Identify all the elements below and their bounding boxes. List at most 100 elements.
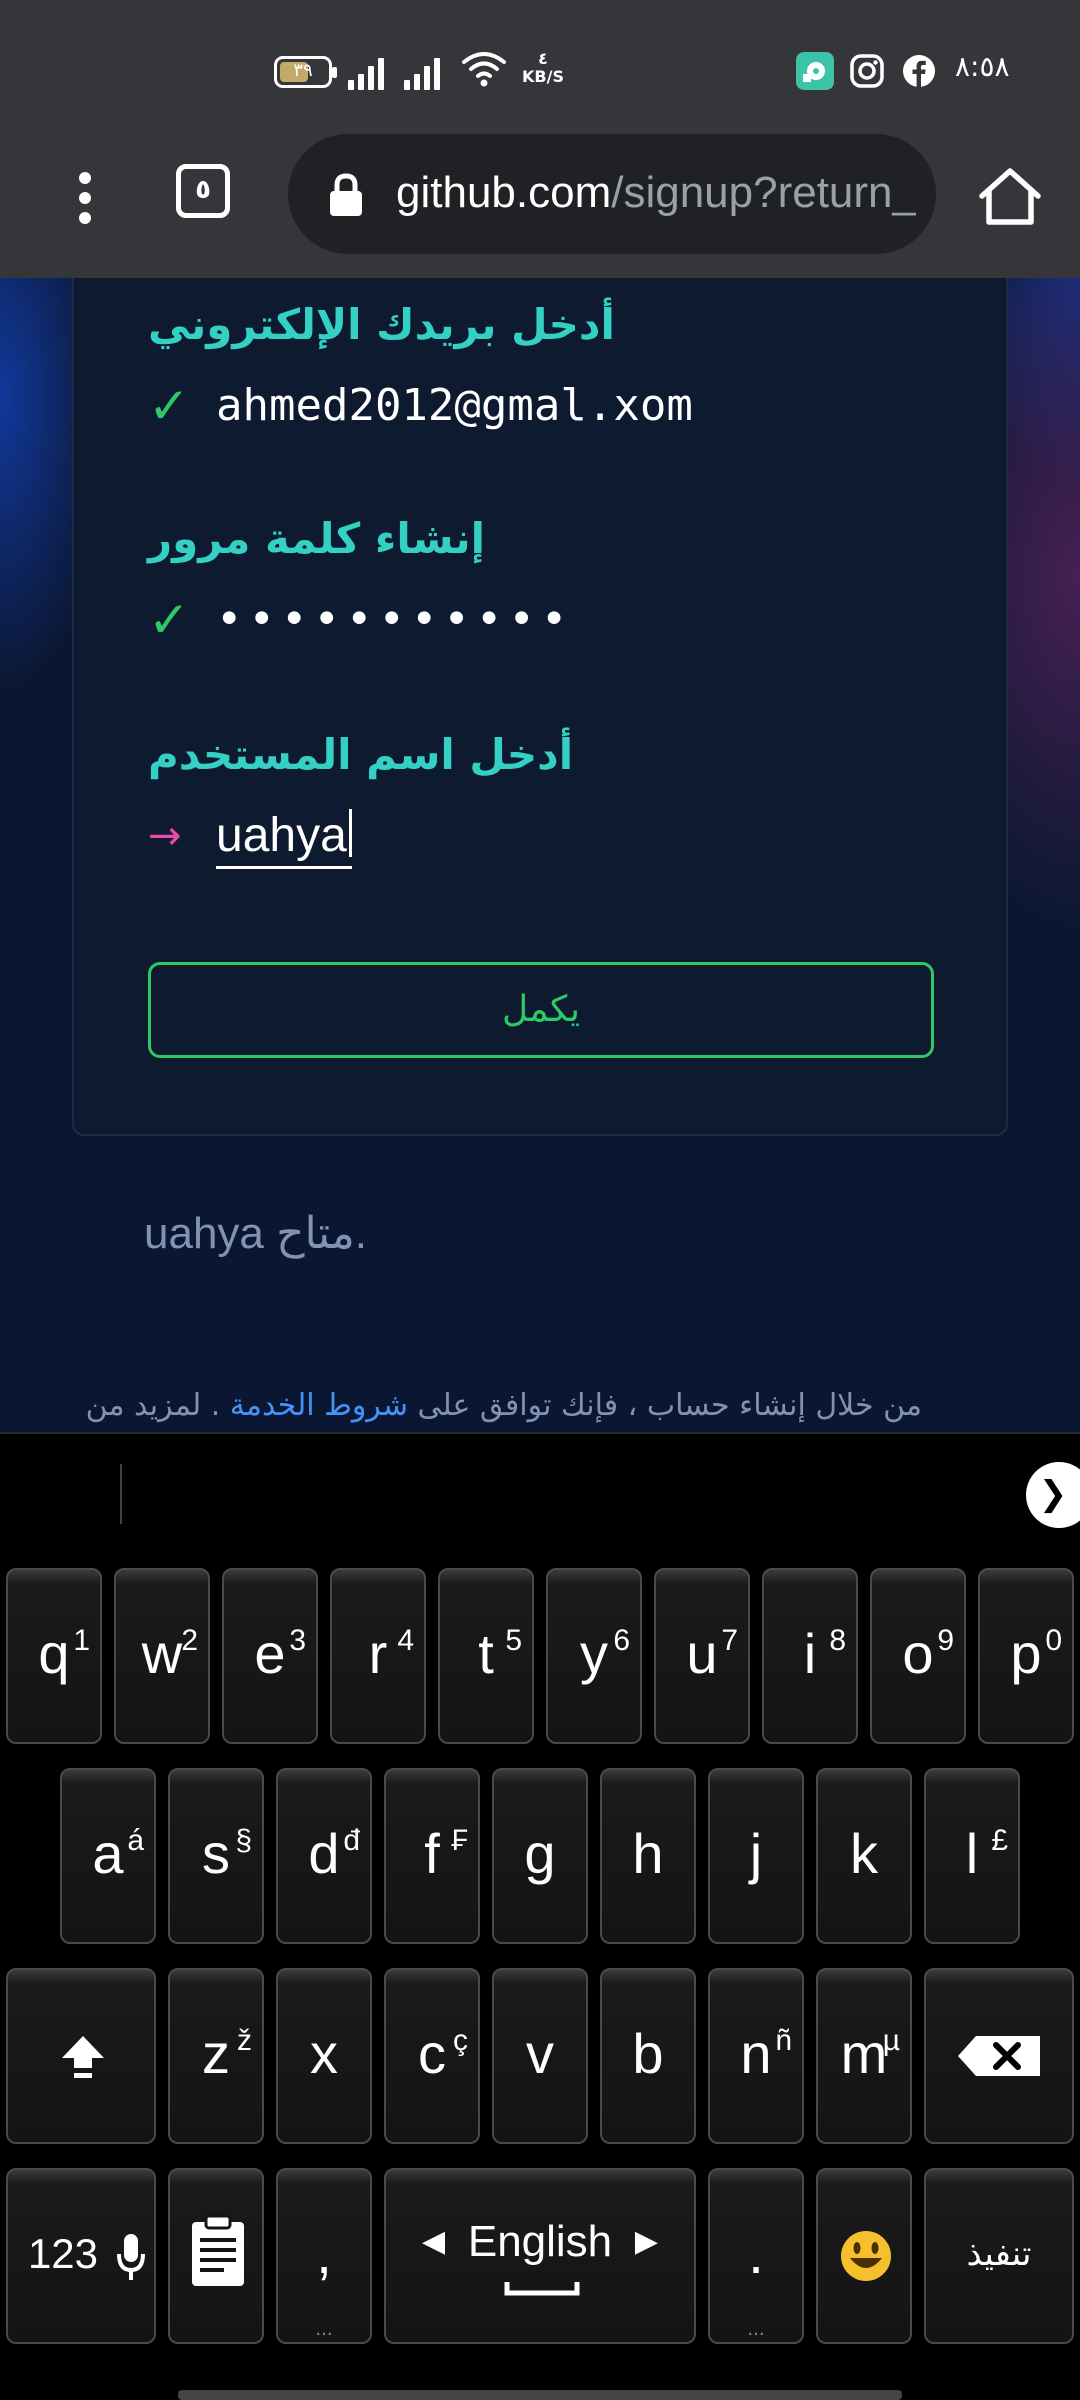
key-y[interactable]: y6 [546,1568,642,1744]
key-b[interactable]: b [600,1968,696,2144]
password-value: ••••••••••• [216,594,574,645]
email-check-icon: ✓ [148,377,190,435]
emoji-key[interactable] [816,2168,912,2344]
key-sublabel: £ [991,1824,1008,1857]
key-sublabel: 1 [73,1624,90,1657]
key-c[interactable]: cç [384,1968,480,2144]
backspace-icon [958,2036,1040,2076]
key-sublabel: 6 [613,1624,630,1657]
backspace-key[interactable] [924,1968,1074,2144]
url-path: /signup?return_to [611,168,916,217]
key-sublabel: 7 [721,1624,738,1657]
address-bar[interactable]: github.com/signup?return_to [288,134,936,254]
key-sublabel: 8 [829,1624,846,1657]
key-v[interactable]: v [492,1968,588,2144]
shift-key[interactable] [6,1968,156,2144]
lock-icon [330,173,362,216]
key-sublabel: đ [343,1824,360,1857]
terms-of-service-link[interactable]: شروط الخدمة [230,1388,408,1423]
key-h[interactable]: h [600,1768,696,1944]
web-page: أدخل بريدك الإلكتروني ✓ ahmed2012@gmal.x… [0,278,1080,1432]
key-x[interactable]: x [276,1968,372,2144]
key-d[interactable]: dđ [276,1768,372,1944]
expand-toolbar-button[interactable]: ❯ [1026,1462,1080,1528]
key-k[interactable]: k [816,1768,912,1944]
emoji-icon [841,2231,891,2281]
username-value: uahya [216,809,347,862]
key-sublabel: ç [453,2024,468,2057]
key-r[interactable]: r4 [330,1568,426,1744]
clipboard-key[interactable] [168,2168,264,2344]
key-q[interactable]: q1 [6,1568,102,1744]
key-label: k [850,1822,878,1885]
symbols-key[interactable]: 123 [6,2168,156,2344]
key-sublabel: µ [882,2024,900,2057]
password-label: إنشاء كلمة مرور [148,514,486,563]
key-i[interactable]: i8 [762,1568,858,1744]
enter-key[interactable]: تنفيذ [924,2168,1074,2344]
key-o[interactable]: o9 [870,1568,966,1744]
wifi-icon [462,52,506,87]
password-check-icon: ✓ [148,591,190,649]
key-w[interactable]: w2 [114,1568,210,1744]
key-sublabel: 0 [1045,1624,1062,1657]
network-speed: ٤ KB/S [520,50,566,86]
key-l[interactable]: l £ [924,1768,1020,1944]
key-z[interactable]: zž [168,1968,264,2144]
comma-key[interactable]: , ... [276,2168,372,2344]
key-sublabel: á [127,1824,144,1857]
key-a[interactable]: aá [60,1768,156,1944]
key-u[interactable]: u7 [654,1568,750,1744]
network-speed-unit: KB/S [522,67,564,86]
username-input[interactable]: uahya [216,806,352,869]
clock: ٨:٥٨ [955,50,1010,83]
period-key[interactable]: . ... [708,2168,804,2344]
key-sublabel: ž [237,2024,252,2057]
navigation-bar [178,2390,902,2400]
period-label: . [748,2222,764,2285]
key-f[interactable]: f ₣ [384,1768,480,1944]
continue-button[interactable]: يكمل [148,962,934,1058]
availability-message: uahya متاح. [144,1209,367,1258]
key-label: g [524,1822,556,1885]
status-bar: ٣٩ ٤ KB/S ٨:٥٨ [0,0,1080,132]
key-sublabel: 5 [505,1624,522,1657]
key-label: x [310,2022,338,2085]
space-key[interactable]: ◀ English ▶ [384,2168,696,2344]
key-sublabel: 2 [181,1624,198,1657]
key-sublabel: § [235,1824,252,1857]
home-icon[interactable] [978,166,1042,228]
key-sublabel: ñ [775,2024,792,2057]
key-label: j [749,1822,763,1885]
url-text[interactable]: github.com/signup?return_to [396,162,916,224]
key-sublabel: ₣ [451,1824,468,1857]
email-label: أدخل بريدك الإلكتروني [148,300,615,349]
menu-icon[interactable] [70,168,100,228]
battery-nub [332,67,337,78]
enter-label: تنفيذ [966,2234,1032,2274]
text-caret [348,809,352,857]
key-p[interactable]: p0 [978,1568,1074,1744]
key-m[interactable]: mµ [816,1968,912,2144]
terms-text: من خلال إنشاء حساب ، فإنك توافق على شروط… [72,1388,922,1423]
username-field[interactable]: → uahya [148,806,948,869]
url-host: github.com [396,168,612,217]
key-g[interactable]: g [492,1768,588,1944]
terms-suffix: . لمزيد من [85,1388,230,1423]
password-field[interactable]: ✓ ••••••••••• [148,590,948,650]
clipboard-icon [192,2214,244,2286]
key-more-dots: ... [747,2319,765,2340]
facebook-icon [900,52,938,90]
key-t[interactable]: t5 [438,1568,534,1744]
space-bar-icon [504,2282,580,2296]
key-j[interactable]: j [708,1768,804,1944]
key-label: h [632,1822,664,1885]
key-e[interactable]: e3 [222,1568,318,1744]
tab-switcher-button[interactable]: ٥ [176,164,230,218]
battery-icon: ٣٩ [274,56,337,88]
key-n[interactable]: nñ [708,1968,804,2144]
app-notification-icon [796,52,834,90]
key-s[interactable]: s § [168,1768,264,1944]
language-right-icon: ▶ [634,2224,658,2259]
email-field[interactable]: ✓ ahmed2012@gmal.xom [148,376,948,436]
